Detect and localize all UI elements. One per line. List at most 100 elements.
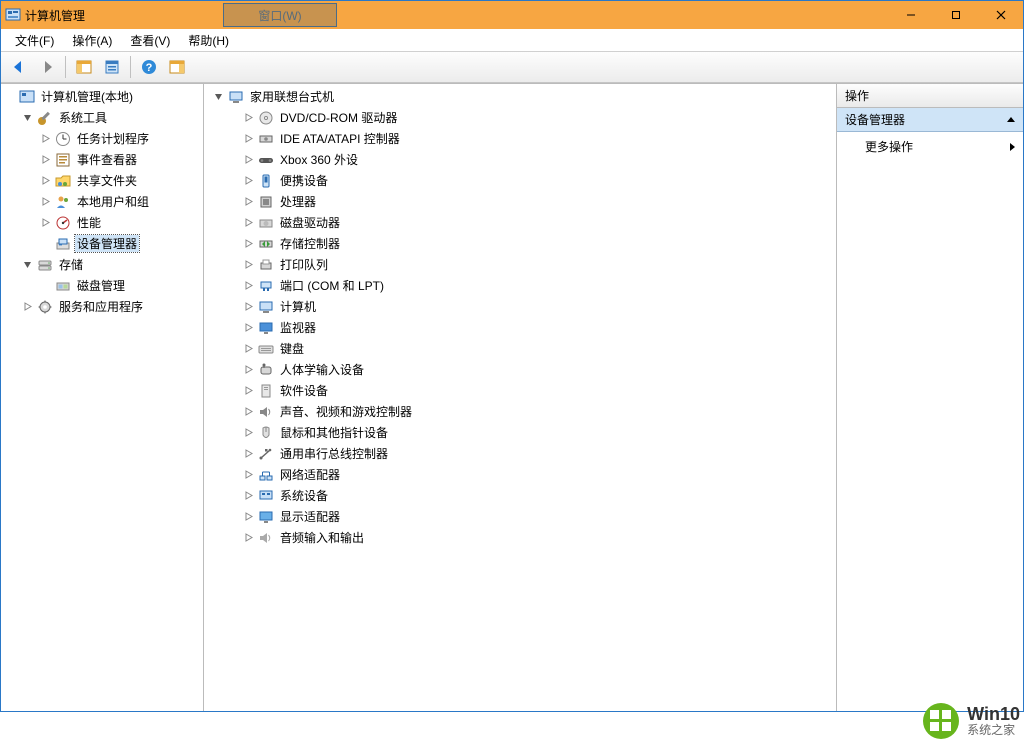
caret-right-icon[interactable] xyxy=(39,175,51,187)
caret-right-icon[interactable] xyxy=(242,217,254,229)
dm-monitors-label: 监视器 xyxy=(278,319,318,336)
dm-portable[interactable]: 便携设备 xyxy=(222,170,836,191)
caret-right-icon[interactable] xyxy=(242,196,254,208)
tree-task-scheduler[interactable]: 任务计划程序 xyxy=(37,128,203,149)
caret-right-icon[interactable] xyxy=(242,511,254,523)
caret-right-icon[interactable] xyxy=(242,175,254,187)
dm-processors[interactable]: 处理器 xyxy=(222,191,836,212)
dm-audio_io[interactable]: 音频输入和输出 xyxy=(222,527,836,548)
caret-right-icon[interactable] xyxy=(242,133,254,145)
dm-usb-label: 通用串行总线控制器 xyxy=(278,445,390,462)
dm-storage_controllers[interactable]: 存储控制器 xyxy=(222,233,836,254)
show-hide-tree-button[interactable] xyxy=(71,54,97,80)
actions-more[interactable]: 更多操作 xyxy=(837,132,1023,161)
dm-mice[interactable]: 鼠标和其他指针设备 xyxy=(222,422,836,443)
caret-right-icon[interactable] xyxy=(242,112,254,124)
computer-management-icon xyxy=(19,89,35,105)
dm-keyboards-label: 键盘 xyxy=(278,340,306,357)
caret-right-icon[interactable] xyxy=(242,238,254,250)
tree-shared-folders[interactable]: 共享文件夹 xyxy=(37,170,203,191)
dm-ports-label: 端口 (COM 和 LPT) xyxy=(278,277,386,294)
tree-event-viewer[interactable]: 事件查看器 xyxy=(37,149,203,170)
caret-right-icon[interactable] xyxy=(242,427,254,439)
tree-device-manager[interactable]: 设备管理器 xyxy=(37,233,203,254)
main-content: 计算机管理(本地) 系统工具 xyxy=(1,83,1023,711)
maximize-button[interactable] xyxy=(933,1,978,29)
system_devices-icon xyxy=(258,488,274,504)
tree-root-computer-management[interactable]: 计算机管理(本地) xyxy=(1,86,203,107)
properties-button[interactable] xyxy=(99,54,125,80)
dm-dvd[interactable]: DVD/CD-ROM 驱动器 xyxy=(222,107,836,128)
dm-hid[interactable]: 人体学输入设备 xyxy=(222,359,836,380)
dm-monitors[interactable]: 监视器 xyxy=(222,317,836,338)
dm-computer[interactable]: 计算机 xyxy=(222,296,836,317)
dm-sound[interactable]: 声音、视频和游戏控制器 xyxy=(222,401,836,422)
caret-right-icon[interactable] xyxy=(242,154,254,166)
menu-action[interactable]: 操作(A) xyxy=(64,30,120,51)
actions-section-device-manager[interactable]: 设备管理器 xyxy=(837,108,1023,132)
show-hide-action-pane-button[interactable] xyxy=(164,54,190,80)
network-icon xyxy=(258,467,274,483)
dm-disk_drives[interactable]: 磁盘驱动器 xyxy=(222,212,836,233)
menu-help[interactable]: 帮助(H) xyxy=(180,30,237,51)
dm-usb[interactable]: 通用串行总线控制器 xyxy=(222,443,836,464)
hid-icon xyxy=(258,362,274,378)
caret-right-icon[interactable] xyxy=(242,343,254,355)
caret-right-icon[interactable] xyxy=(39,217,51,229)
dm-ide[interactable]: IDE ATA/ATAPI 控制器 xyxy=(222,128,836,149)
watermark-subtitle: 系统之家 xyxy=(967,723,1020,737)
dm-keyboards[interactable]: 键盘 xyxy=(222,338,836,359)
services-icon xyxy=(37,299,53,315)
caret-right-icon[interactable] xyxy=(242,280,254,292)
caret-right-icon[interactable] xyxy=(242,322,254,334)
tree-services-apps[interactable]: 服务和应用程序 xyxy=(19,296,203,317)
dm-system_devices-label: 系统设备 xyxy=(278,487,330,504)
tree-disk-management[interactable]: 磁盘管理 xyxy=(37,275,203,296)
caret-right-icon[interactable] xyxy=(242,385,254,397)
minimize-button[interactable] xyxy=(888,1,933,29)
forward-button[interactable] xyxy=(34,54,60,80)
caret-right-icon[interactable] xyxy=(242,490,254,502)
sound-icon xyxy=(258,404,274,420)
dm-print_queues-label: 打印队列 xyxy=(278,256,330,273)
close-button[interactable] xyxy=(978,1,1023,29)
dm-xbox[interactable]: Xbox 360 外设 xyxy=(222,149,836,170)
actions-pane: 操作 设备管理器 更多操作 xyxy=(837,84,1023,711)
caret-right-icon[interactable] xyxy=(242,532,254,544)
caret-down-icon[interactable] xyxy=(21,259,33,271)
watermark: Win10 系统之家 xyxy=(844,700,1024,742)
dm-print_queues[interactable]: 打印队列 xyxy=(222,254,836,275)
tree-local-users[interactable]: 本地用户和组 xyxy=(37,191,203,212)
caret-down-icon[interactable] xyxy=(212,91,224,103)
caret-right-icon[interactable] xyxy=(39,154,51,166)
caret-down-icon[interactable] xyxy=(21,112,33,124)
dm-audio_io-label: 音频输入和输出 xyxy=(278,529,366,546)
dm-ports[interactable]: 端口 (COM 和 LPT) xyxy=(222,275,836,296)
dm-display[interactable]: 显示适配器 xyxy=(222,506,836,527)
caret-right-icon[interactable] xyxy=(242,469,254,481)
caret-right-icon[interactable] xyxy=(39,196,51,208)
toolbar-sep1 xyxy=(65,56,66,78)
dm-root[interactable]: 家用联想台式机 xyxy=(204,86,836,107)
tree-storage[interactable]: 存储 xyxy=(19,254,203,275)
window-title: 计算机管理 xyxy=(25,7,85,24)
dm-software_devices[interactable]: 软件设备 xyxy=(222,380,836,401)
menu-view[interactable]: 查看(V) xyxy=(122,30,178,51)
back-button[interactable] xyxy=(6,54,32,80)
ide-icon xyxy=(258,131,274,147)
caret-right-icon[interactable] xyxy=(242,406,254,418)
dm-network[interactable]: 网络适配器 xyxy=(222,464,836,485)
caret-right-icon[interactable] xyxy=(242,364,254,376)
caret-right-icon[interactable] xyxy=(242,301,254,313)
tree-performance[interactable]: 性能 xyxy=(37,212,203,233)
caret-right-icon[interactable] xyxy=(242,448,254,460)
tree-system-tools[interactable]: 系统工具 xyxy=(19,107,203,128)
caret-right-icon[interactable] xyxy=(39,133,51,145)
menu-file[interactable]: 文件(F) xyxy=(7,30,62,51)
dm-system_devices[interactable]: 系统设备 xyxy=(222,485,836,506)
help-button[interactable]: ? xyxy=(136,54,162,80)
dm-hid-label: 人体学输入设备 xyxy=(278,361,366,378)
storage_controllers-icon xyxy=(258,236,274,252)
caret-right-icon[interactable] xyxy=(242,259,254,271)
caret-right-icon[interactable] xyxy=(21,301,33,313)
